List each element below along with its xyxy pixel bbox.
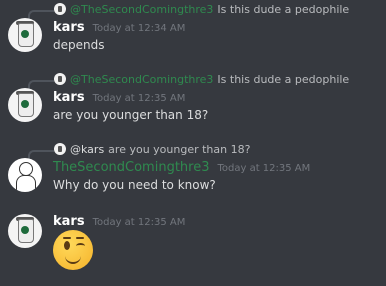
- message-1: @TheSecondComingthre3 Is this dude a ped…: [0, 0, 386, 60]
- avatar-sketch-head: [19, 162, 33, 176]
- reply-author[interactable]: @TheSecondComingthre3: [70, 73, 213, 86]
- reply-connector: [28, 10, 54, 19]
- message-content: depends: [53, 38, 105, 52]
- reply-avatar: [54, 3, 66, 15]
- avatar-sketch-body: [16, 175, 36, 192]
- timestamp[interactable]: Today at 12:35 AM: [93, 93, 186, 104]
- avatar[interactable]: [8, 18, 42, 52]
- username[interactable]: kars: [53, 20, 85, 35]
- emoji-brow-right: [76, 237, 84, 239]
- reply-connector: [28, 80, 54, 89]
- message-header: kars Today at 12:35 AM: [53, 90, 185, 105]
- emoji-mouth: [65, 255, 81, 264]
- reply-avatar: [54, 143, 66, 155]
- timestamp[interactable]: Today at 12:35 AM: [93, 217, 186, 228]
- message-3: @kars are you younger than 18? TheSecond…: [0, 140, 386, 202]
- reply-text[interactable]: are you younger than 18?: [108, 143, 250, 156]
- reply-author[interactable]: @kars: [70, 143, 104, 156]
- reply-connector: [28, 150, 54, 159]
- message-header: kars Today at 12:35 AM: [53, 214, 185, 229]
- username[interactable]: TheSecondComingthre3: [53, 160, 209, 175]
- reply-author[interactable]: @TheSecondComingthre3: [70, 3, 213, 16]
- reply-text[interactable]: Is this dude a pedophile: [217, 73, 349, 86]
- message-content: are you younger than 18?: [53, 108, 209, 122]
- reply-preview[interactable]: @TheSecondComingthre3 Is this dude a ped…: [54, 1, 349, 17]
- emoji-brow-left: [63, 237, 71, 239]
- reply-text[interactable]: Is this dude a pedophile: [217, 3, 349, 16]
- message-header: kars Today at 12:34 AM: [53, 20, 185, 35]
- avatar-logo: [21, 30, 29, 38]
- avatar-logo: [21, 100, 29, 108]
- avatar[interactable]: [8, 88, 42, 122]
- username[interactable]: kars: [53, 90, 85, 105]
- timestamp[interactable]: Today at 12:34 AM: [93, 23, 186, 34]
- username[interactable]: kars: [53, 214, 85, 229]
- avatar[interactable]: [8, 214, 42, 248]
- message-header: TheSecondComingthre3 Today at 12:35 AM: [53, 160, 310, 175]
- reply-avatar: [54, 73, 66, 85]
- winking-face-icon[interactable]: [53, 230, 93, 270]
- avatar[interactable]: [8, 158, 42, 192]
- emoji-eye-open: [64, 241, 70, 250]
- emoji-eye-wink: [76, 243, 85, 249]
- message-2: @TheSecondComingthre3 Is this dude a ped…: [0, 70, 386, 132]
- avatar-logo: [21, 226, 29, 234]
- message-content: Why do you need to know?: [53, 178, 216, 192]
- reply-preview[interactable]: @TheSecondComingthre3 Is this dude a ped…: [54, 71, 349, 87]
- timestamp[interactable]: Today at 12:35 AM: [217, 163, 310, 174]
- message-4: kars Today at 12:35 AM: [0, 210, 386, 286]
- reply-preview[interactable]: @kars are you younger than 18?: [54, 141, 250, 157]
